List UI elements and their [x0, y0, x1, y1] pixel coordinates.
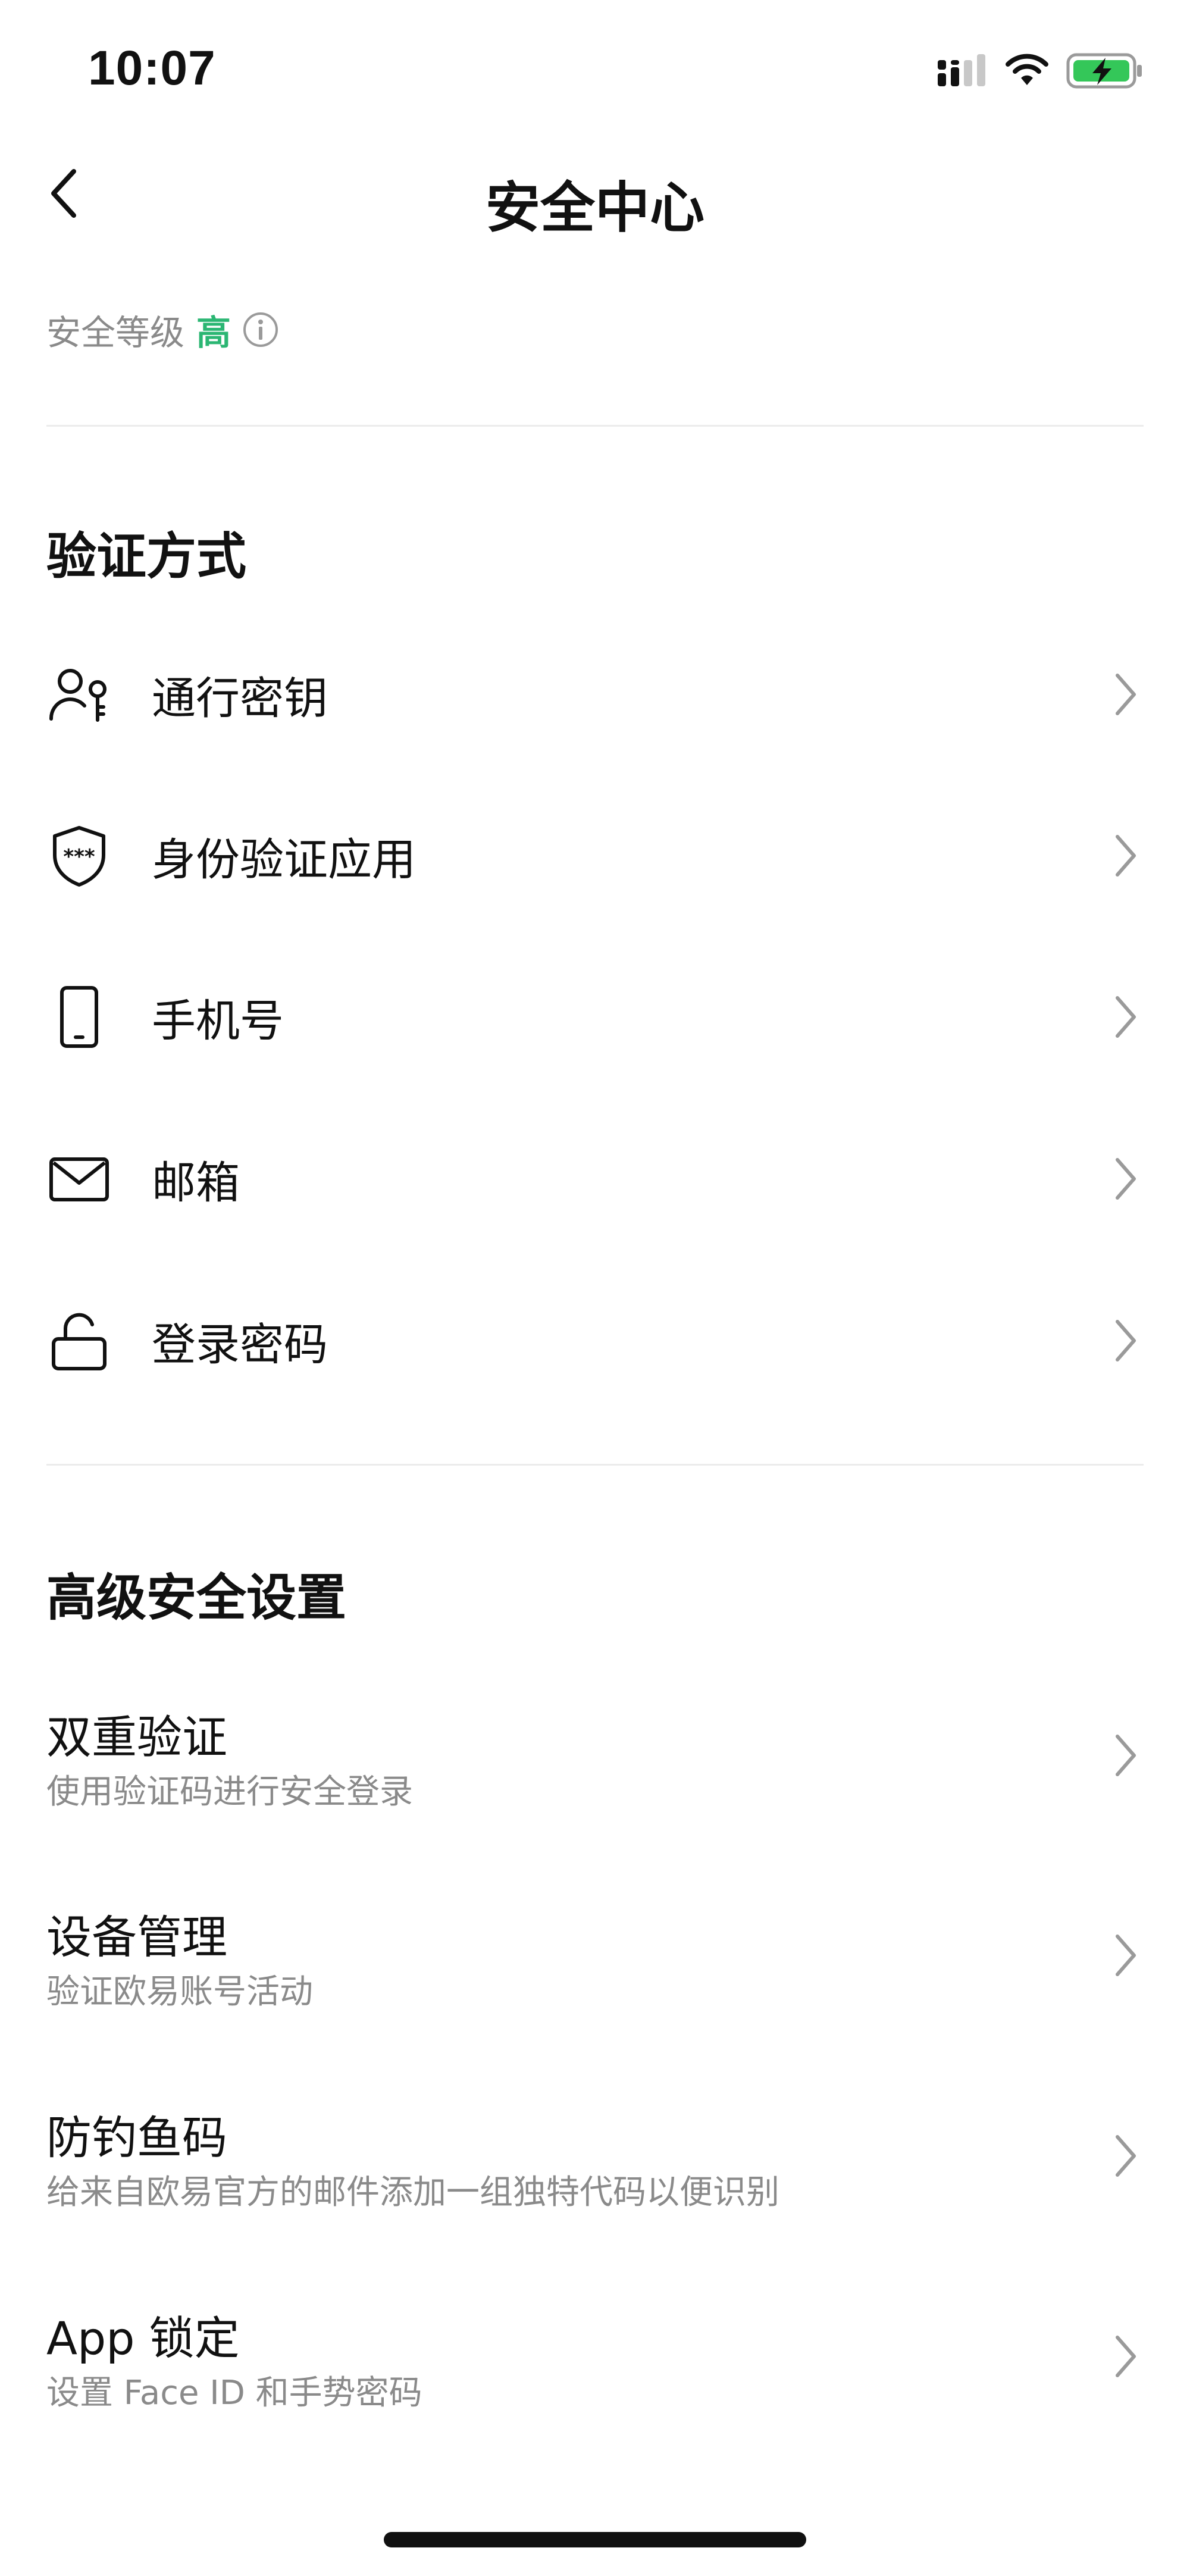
section-title-verification: 验证方式: [46, 527, 247, 586]
chevron-right-icon: [1108, 1314, 1144, 1367]
row-title-device-management: 设备管理: [46, 1911, 227, 1964]
page-title: 安全中心: [485, 176, 704, 240]
chevron-right-icon: [1108, 668, 1144, 721]
row-two-factor[interactable]: 双重验证 使用验证码进行安全登录: [0, 1690, 1190, 1821]
shield-password-icon: ***: [46, 823, 112, 888]
row-anti-phishing-code[interactable]: 防钓鱼码 给来自欧易官方的邮件添加一组独特代码以便识别: [0, 2090, 1190, 2221]
status-time: 10:07: [88, 41, 216, 95]
chevron-right-icon: [1108, 1152, 1144, 1206]
chevron-right-icon: [1108, 1929, 1144, 1982]
info-icon[interactable]: [242, 311, 280, 349]
unlock-icon: [46, 1308, 112, 1373]
divider: [46, 425, 1144, 427]
row-login-password[interactable]: 登录密码: [0, 1308, 1190, 1373]
mail-icon: [46, 1146, 112, 1212]
battery-charging-icon: [1066, 52, 1144, 92]
chevron-right-icon: [1108, 990, 1144, 1044]
security-level-label: 安全等级: [46, 312, 185, 353]
row-app-lock[interactable]: App 锁定 设置 Face ID 和手势密码: [0, 2291, 1190, 2422]
row-label-passkey: 通行密钥: [152, 672, 328, 724]
row-label-authenticator-app: 身份验证应用: [152, 834, 416, 885]
row-device-management[interactable]: 设备管理 验证欧易账号活动: [0, 1890, 1190, 2021]
status-icons: [937, 51, 1144, 93]
row-title-two-factor: 双重验证: [46, 1711, 227, 1764]
wifi-icon: [1003, 53, 1051, 91]
divider: [46, 1464, 1144, 1466]
row-title-app-lock: App 锁定: [46, 2312, 240, 2365]
row-title-anti-phishing-code: 防钓鱼码: [46, 2111, 227, 2164]
row-subtitle-anti-phishing-code: 给来自欧易官方的邮件添加一组独特代码以便识别: [46, 2173, 779, 2212]
phone-icon: [46, 984, 112, 1050]
section-title-advanced: 高级安全设置: [46, 1569, 347, 1627]
nav-bar: 安全中心: [0, 137, 1190, 268]
row-email[interactable]: 邮箱: [0, 1146, 1190, 1212]
row-label-email: 邮箱: [152, 1157, 240, 1209]
user-key-icon: [46, 662, 112, 727]
chevron-right-icon: [1108, 829, 1144, 882]
home-indicator: [384, 2532, 806, 2547]
svg-text:***: ***: [63, 845, 95, 869]
chevron-right-icon: [1108, 2330, 1144, 2383]
row-phone[interactable]: 手机号: [0, 984, 1190, 1050]
chevron-right-icon: [1108, 1729, 1144, 1782]
cellular-signal-icon: [937, 53, 988, 91]
row-label-phone: 手机号: [152, 995, 284, 1047]
row-passkey[interactable]: 通行密钥: [0, 662, 1190, 727]
row-subtitle-app-lock: 设置 Face ID 和手势密码: [46, 2374, 422, 2412]
row-subtitle-two-factor: 使用验证码进行安全登录: [46, 1773, 413, 1811]
row-authenticator-app[interactable]: *** 身份验证应用: [0, 823, 1190, 888]
chevron-right-icon: [1108, 2129, 1144, 2183]
row-subtitle-device-management: 验证欧易账号活动: [46, 1973, 313, 2011]
security-level: 安全等级 高: [46, 305, 280, 355]
status-bar: 10:07: [0, 0, 1190, 137]
security-level-value: 高: [196, 312, 231, 353]
row-label-login-password: 登录密码: [152, 1319, 328, 1370]
